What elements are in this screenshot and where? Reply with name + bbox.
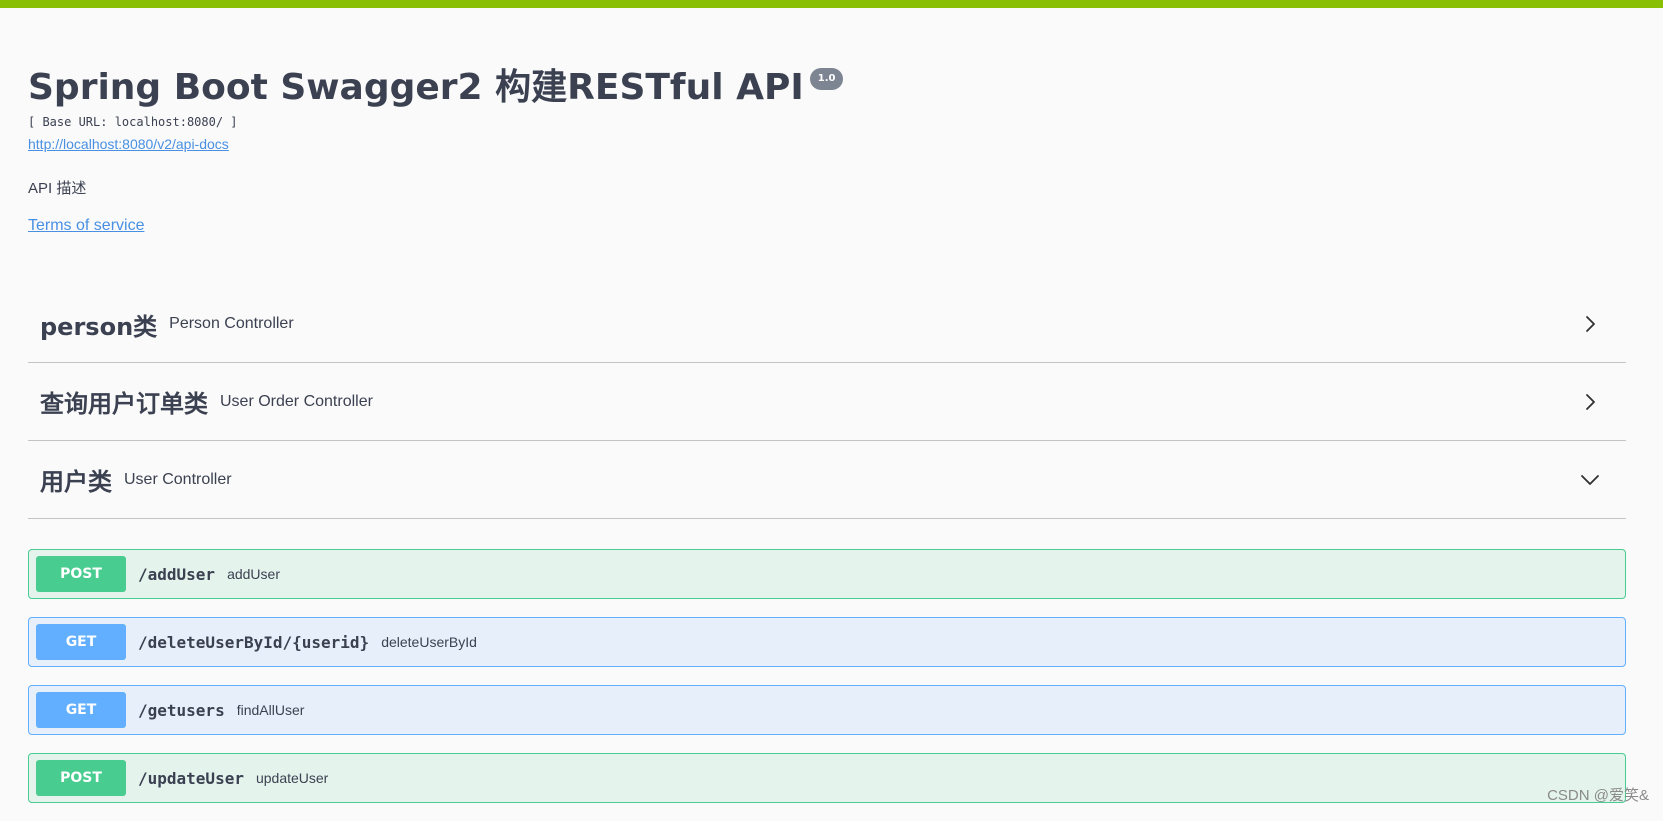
api-info: Spring Boot Swagger2 构建RESTful API 1.0 [… <box>28 62 1628 235</box>
operation-get-users[interactable]: GET /getusers findAllUser <box>28 685 1626 735</box>
tag-section-user[interactable]: 用户类 User Controller <box>28 441 1626 519</box>
tag-description: Person Controller <box>169 315 294 332</box>
tag-name: 用户类 <box>40 468 112 496</box>
tag-section-person[interactable]: person类 Person Controller <box>28 286 1626 363</box>
chevron-right-icon[interactable] <box>1580 314 1600 334</box>
tag-list: person类 Person Controller 查询用户订单类 User O… <box>28 286 1626 519</box>
method-badge: POST <box>36 760 126 796</box>
operation-delete-user-by-id[interactable]: GET /deleteUserById/{userid} deleteUserB… <box>28 617 1626 667</box>
version-badge: 1.0 <box>809 68 844 90</box>
operation-summary: updateUser <box>255 770 329 786</box>
terms-of-service-link[interactable]: Terms of service <box>28 217 144 235</box>
operation-summary: findAllUser <box>236 702 305 718</box>
operation-update-user[interactable]: POST /updateUser updateUser <box>28 753 1626 803</box>
operation-path: /addUser <box>138 564 216 584</box>
api-docs-link[interactable]: http://localhost:8080/v2/api-docs <box>28 136 229 152</box>
operation-summary: deleteUserById <box>381 634 477 650</box>
operation-add-user[interactable]: POST /addUser addUser <box>28 549 1626 599</box>
tag-name: 查询用户订单类 <box>40 390 208 418</box>
tag-name: person类 <box>40 312 158 341</box>
api-description: API 描述 <box>28 180 87 197</box>
operation-path: /updateUser <box>138 768 244 788</box>
tag-description: User Order Controller <box>220 392 373 410</box>
top-bar <box>0 0 1663 8</box>
tag-section-user-order[interactable]: 查询用户订单类 User Order Controller <box>28 363 1626 441</box>
csdn-watermark: CSDN @爱笑& <box>1547 787 1649 804</box>
title-row: Spring Boot Swagger2 构建RESTful API 1.0 <box>28 62 1628 114</box>
chevron-right-icon[interactable] <box>1580 392 1600 412</box>
operation-path: /getusers <box>138 700 225 720</box>
method-badge: GET <box>36 692 126 728</box>
base-url: [ Base URL: localhost:8080/ ] <box>28 115 238 129</box>
operations-list: POST /addUser addUser GET /deleteUserByI… <box>28 549 1626 821</box>
tag-description: User Controller <box>124 470 232 488</box>
operation-path: /deleteUserById/{userid} <box>138 632 370 652</box>
operation-summary: addUser <box>227 566 280 582</box>
method-badge: POST <box>36 556 126 592</box>
chevron-down-icon[interactable] <box>1580 470 1600 490</box>
api-title: Spring Boot Swagger2 构建RESTful API <box>28 67 804 108</box>
method-badge: GET <box>36 624 126 660</box>
